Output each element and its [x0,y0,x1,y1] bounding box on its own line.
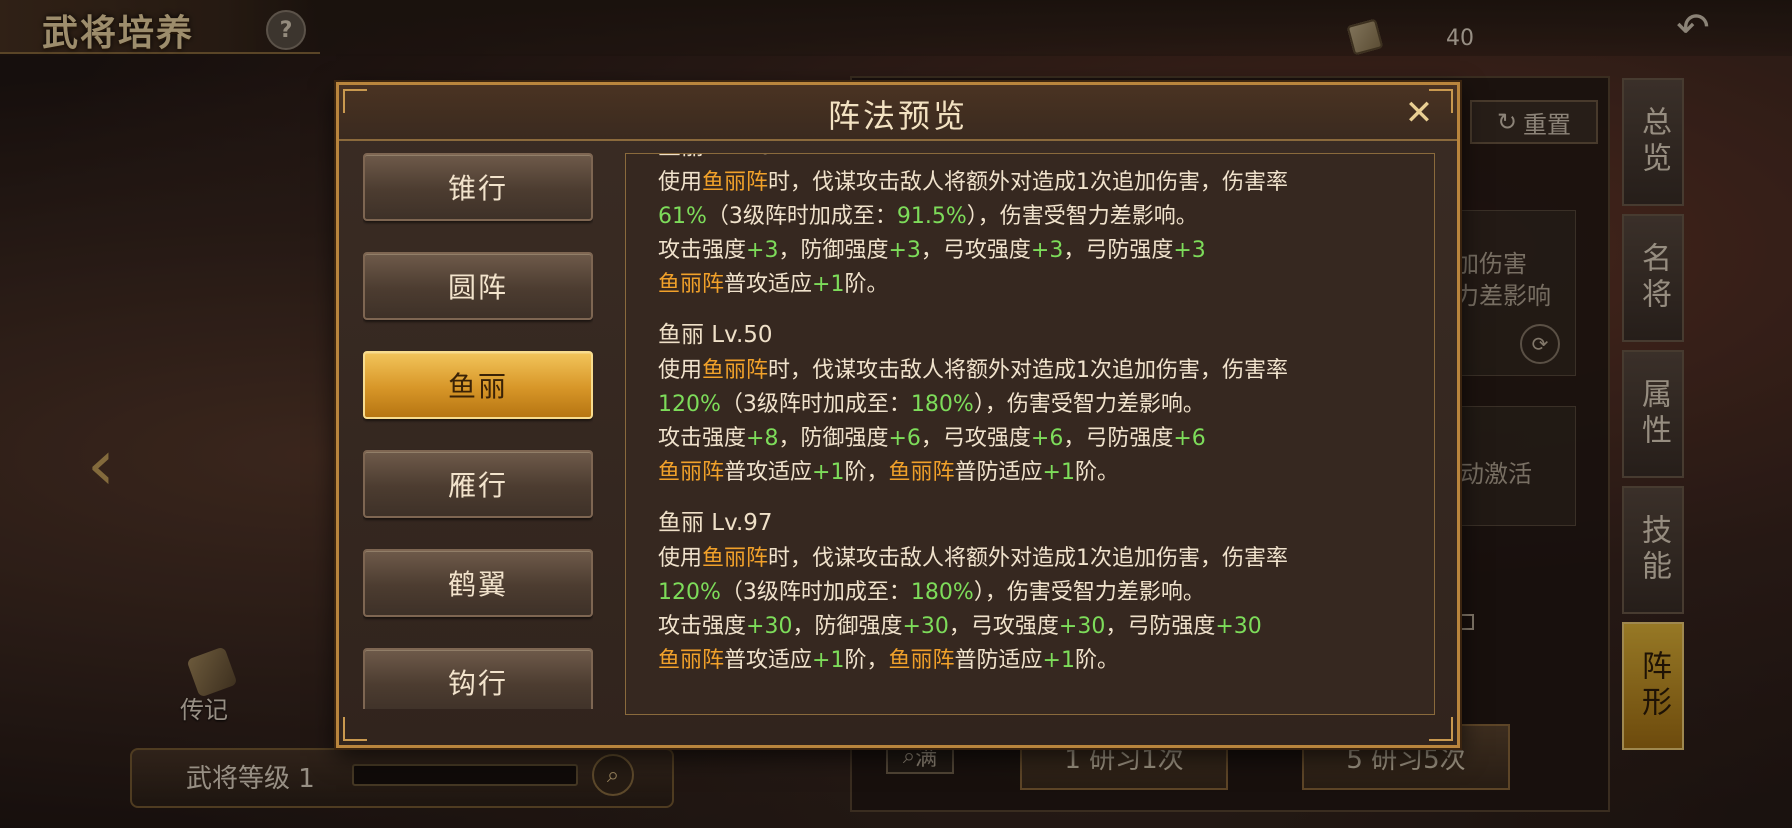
effect-text: 普攻适应 [724,272,813,297]
formation-button[interactable]: 钩行 [363,648,593,709]
formation-name-highlight: 鱼丽阵 [658,460,725,485]
effect-text: 时，伐谋攻击敌人将额外对造成1次追加伤害，伤害率 [768,170,1289,195]
formation-effect-line: 鱼丽阵普攻适应+1阶，鱼丽阵普防适应+1阶。 [658,456,1418,490]
effect-text: 普攻适应 [724,648,813,673]
formation-level-title: 鱼丽 Lv.97 [658,510,773,536]
effect-text: ，防御强度 [778,238,889,263]
effect-text: 阶。 [1074,648,1119,673]
formation-effect-line: 鱼丽阵普攻适应+1阶，鱼丽阵普防适应+1阶。 [658,644,1418,678]
formation-button[interactable]: 雁行 [363,450,593,518]
formation-effect-line: 120%（3级阵时加成至：180%），伤害受智力差影响。 [658,576,1418,610]
effect-text: ），伤害受智力差影响。 [973,580,1205,605]
formation-button[interactable]: 锥行 [363,153,593,221]
formation-effect-line: 61%（3级阵时加成至：91.5%），伤害受智力差影响。 [658,200,1418,234]
formation-effect-line: 攻击强度+30，防御强度+30，弓攻强度+30，弓防强度+30 [658,610,1418,644]
formation-effect-line: 120%（3级阵时加成至：180%），伤害受智力差影响。 [658,388,1418,422]
formation-effect-line: 攻击强度+8，防御强度+6，弓攻强度+6，弓防强度+6 [658,422,1418,456]
formation-detail-content: 鱼丽 Lv.20使用鱼丽阵时，伐谋攻击敌人将额外对造成1次追加伤害，伤害率61%… [658,154,1418,692]
stat-value: 180% [910,392,974,417]
stat-value: 120% [658,580,721,605]
stat-value: +6 [1030,426,1064,451]
formation-button-selected[interactable]: 鱼丽 [363,351,593,419]
stat-value: 180% [910,580,974,605]
effect-text: 阶。 [844,272,889,297]
modal-title: 阵法预览 [827,97,968,135]
stat-value: +6 [1173,426,1206,451]
close-icon[interactable]: ✕ [1401,95,1437,131]
effect-text: ），伤害受智力差影响。 [973,392,1205,417]
stat-value: +3 [888,238,921,263]
effect-text: 普防适应 [954,460,1043,485]
formation-name-highlight: 鱼丽阵 [888,648,955,673]
effect-text: 时，伐谋攻击敌人将额外对造成1次追加伤害，伤害率 [768,358,1289,383]
effect-text: ，弓攻强度 [920,426,1031,451]
stat-value: +6 [888,426,921,451]
corner-ornament [343,717,367,741]
effect-text: 阶， [844,648,889,673]
formation-effect-line: 使用鱼丽阵时，伐谋攻击敌人将额外对造成1次追加伤害，伤害率 [658,166,1418,200]
formation-name-highlight: 鱼丽阵 [702,546,769,571]
formation-detail-scroll[interactable]: 鱼丽 Lv.20使用鱼丽阵时，伐谋攻击敌人将额外对造成1次追加伤害，伤害率61%… [625,153,1435,715]
formation-effect-line: 鱼丽阵普攻适应+1阶。 [658,268,1418,302]
formation-name-highlight: 鱼丽阵 [888,460,955,485]
effect-text: 使用 [658,546,703,571]
stat-value: 91.5% [896,204,967,229]
stat-value: +30 [746,614,793,639]
formation-level-entry: 鱼丽 Lv.50 使用鱼丽阵时，伐谋攻击敌人将额外对造成1次追加伤害，伤害率 120… [658,316,1418,490]
effect-text: ），伤害受智力差影响。 [966,204,1198,229]
effect-text: 攻击强度 [658,614,747,639]
stat-value: +30 [1058,614,1106,639]
formation-effect-line: 使用鱼丽阵时，伐谋攻击敌人将额外对造成1次追加伤害，伤害率 [658,354,1418,388]
effect-text: 普防适应 [954,648,1043,673]
effect-text: 时，伐谋攻击敌人将额外对造成1次追加伤害，伤害率 [768,546,1289,571]
effect-text: 普攻适应 [724,460,813,485]
effect-text: ，弓防强度 [1063,238,1174,263]
formation-name-highlight: 鱼丽阵 [658,648,725,673]
formation-name-highlight: 鱼丽阵 [702,170,769,195]
stat-value: 120% [658,392,721,417]
formation-effect-line: 攻击强度+3，防御强度+3，弓攻强度+3，弓防强度+3 [658,234,1418,268]
formation-button[interactable]: 鹤翼 [363,549,593,617]
effect-text: ，弓防强度 [1063,426,1174,451]
corner-ornament [1429,717,1453,741]
formation-preview-modal: 阵法预览 ✕ 锥行 圆阵 鱼丽 雁行 鹤翼 钩行 鱼丽 Lv.20使用鱼丽阵时，… [336,82,1460,748]
effect-text: 使用 [658,170,703,195]
stat-value: +3 [746,238,779,263]
effect-text: ，弓防强度 [1105,614,1216,639]
stat-value: +3 [1173,238,1206,263]
stat-value: +1 [1042,460,1075,485]
effect-text: ，防御强度 [778,426,889,451]
effect-text: 阶， [844,460,889,485]
effect-text: （3级阵时加成至： [720,580,911,605]
stat-value: +3 [1030,238,1064,263]
effect-text: （3级阵时加成至： [720,392,911,417]
effect-text: 攻击强度 [658,238,747,263]
stat-value: +1 [812,272,845,297]
effect-text: ，弓攻强度 [948,614,1059,639]
formation-level-entry: 鱼丽 Lv.97 使用鱼丽阵时，伐谋攻击敌人将额外对造成1次追加伤害，伤害率 120… [658,504,1418,678]
formation-name-highlight: 鱼丽阵 [658,272,725,297]
stat-value: +1 [812,648,845,673]
stat-value: +8 [746,426,779,451]
formation-level-title: 鱼丽 Lv.50 [658,322,773,348]
stat-value: +30 [902,614,949,639]
formation-level-entry: 鱼丽 Lv.20使用鱼丽阵时，伐谋攻击敌人将额外对造成1次追加伤害，伤害率61%… [658,154,1418,302]
effect-text: 阶。 [1074,460,1119,485]
formation-effect-line: 使用鱼丽阵时，伐谋攻击敌人将额外对造成1次追加伤害，伤害率 [658,542,1418,576]
effect-text: 使用 [658,358,703,383]
formation-level-title: 鱼丽 Lv.20 [658,154,1418,166]
stat-value: +30 [1215,614,1262,639]
effect-text: （3级阵时加成至： [706,204,897,229]
formation-list[interactable]: 锥行 圆阵 鱼丽 雁行 鹤翼 钩行 [363,153,593,709]
formation-name-highlight: 鱼丽阵 [702,358,769,383]
effect-text: 攻击强度 [658,426,747,451]
effect-text: ，防御强度 [792,614,903,639]
stat-value: +1 [1042,648,1075,673]
stat-value: +1 [812,460,845,485]
stat-value: 61% [658,204,707,229]
formation-button[interactable]: 圆阵 [363,252,593,320]
effect-text: ，弓攻强度 [920,238,1031,263]
